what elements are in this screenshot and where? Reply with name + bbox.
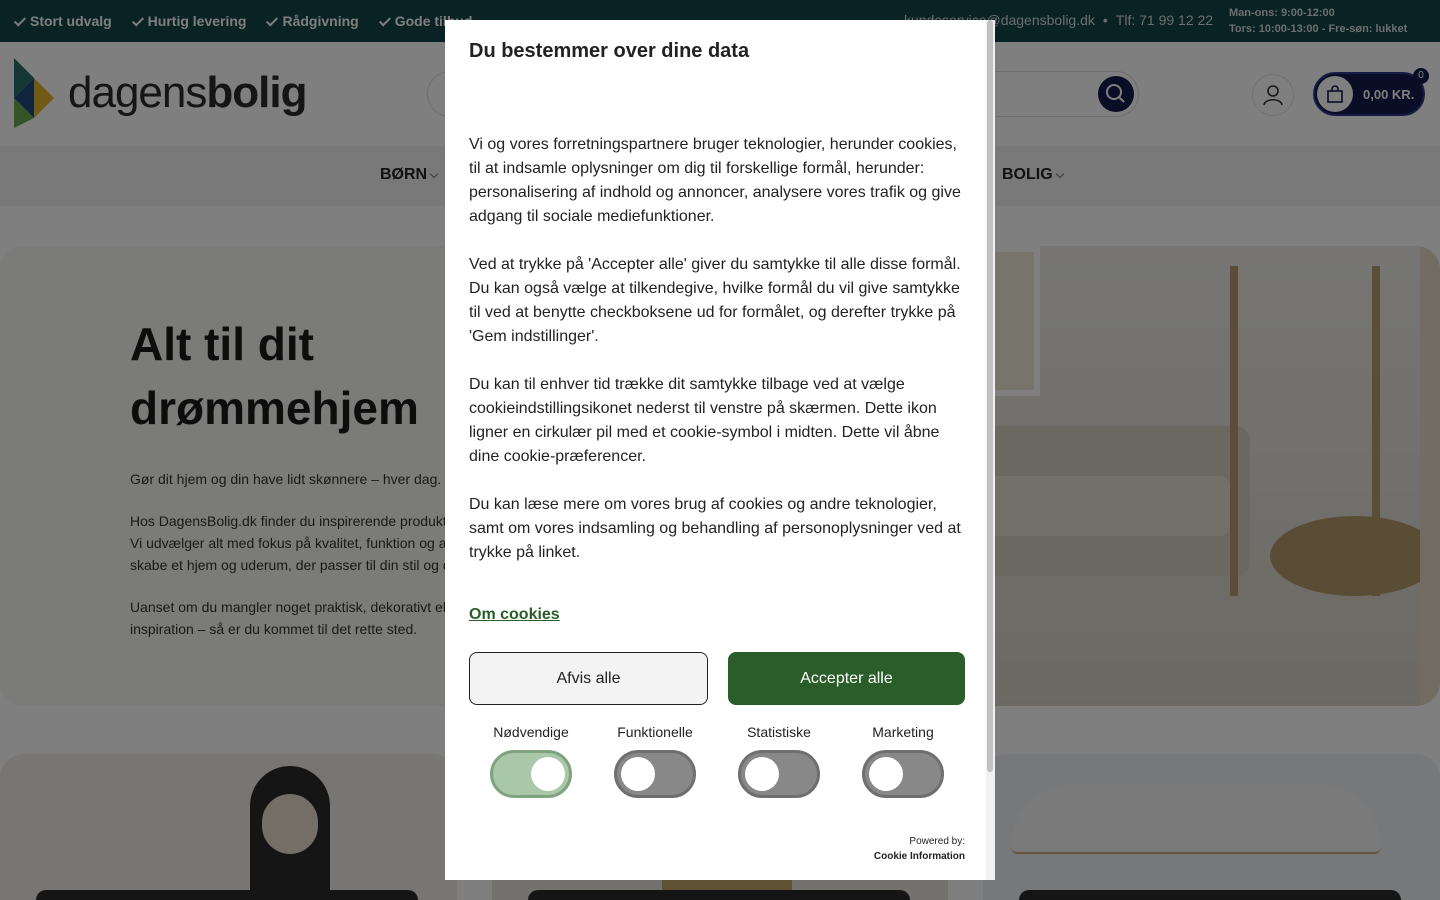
dialog-body: Vi og vores forretningspartnere bruger t… (469, 133, 969, 589)
accept-all-button[interactable]: Accepter alle (728, 652, 965, 705)
cookie-consent-dialog: Du bestemmer over dine data Vi og vores … (445, 20, 995, 880)
consent-label: Nødvendige (493, 724, 569, 740)
consent-marketing: Marketing (841, 722, 965, 798)
toggle-knob (869, 757, 903, 791)
provider-name[interactable]: Cookie Information (874, 851, 965, 862)
toggle-functional[interactable] (614, 750, 696, 798)
toggle-necessary[interactable] (490, 750, 572, 798)
dialog-paragraph: Du kan læse mere om vores brug af cookie… (469, 496, 961, 561)
consent-label: Funktionelle (617, 724, 693, 740)
modal-scrollbar[interactable] (986, 20, 995, 880)
consent-statistics: Statistiske (717, 722, 841, 798)
dialog-paragraph: Du kan til enhver tid trække dit samtykk… (469, 376, 940, 465)
powered-by-label: Powered by: (909, 836, 965, 847)
toggle-statistics[interactable] (738, 750, 820, 798)
consent-functional: Funktionelle (593, 722, 717, 798)
powered-by: Powered by: Cookie Information (874, 834, 965, 864)
dialog-title: Du bestemmer over dine data (469, 40, 750, 62)
toggle-knob (745, 757, 779, 791)
reject-all-button[interactable]: Afvis alle (469, 652, 708, 705)
toggle-knob (531, 757, 565, 791)
modal-scrollbar-thumb[interactable] (987, 20, 993, 772)
toggle-marketing[interactable] (862, 750, 944, 798)
toggle-knob (621, 757, 655, 791)
dialog-paragraph: Ved at trykke på 'Accepter alle' giver d… (469, 256, 961, 345)
dialog-paragraph: Vi og vores forretningspartnere bruger t… (469, 136, 961, 225)
about-cookies-link[interactable]: Om cookies (469, 606, 560, 624)
consent-necessary: Nødvendige (469, 722, 593, 798)
consent-label: Statistiske (747, 724, 811, 740)
consent-label: Marketing (872, 724, 934, 740)
